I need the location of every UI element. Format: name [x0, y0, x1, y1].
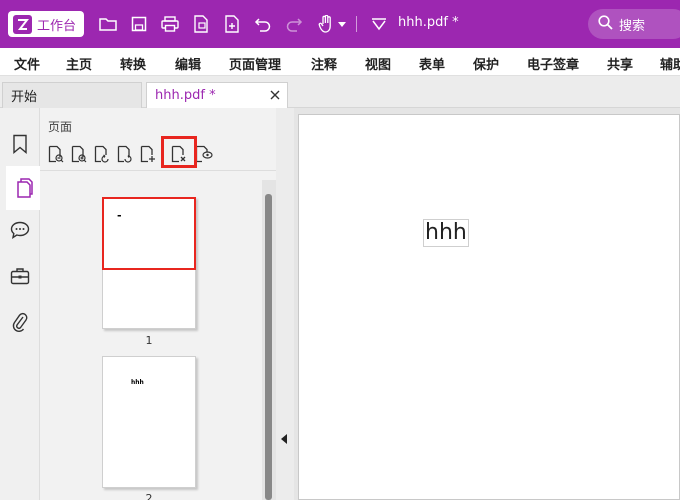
comment-icon[interactable]	[0, 208, 40, 252]
workbench-label: 工作台	[37, 18, 77, 34]
page-zoom-out-icon[interactable]	[46, 143, 66, 165]
redo-icon[interactable]	[282, 12, 306, 36]
tab-bar: 开始 hhh.pdf *	[0, 76, 680, 108]
title-bar: 工作台 hhh.pdf * 搜索	[0, 0, 680, 48]
collapse-arrow-icon[interactable]	[281, 434, 287, 444]
pages-icon[interactable]	[6, 166, 40, 210]
page-number-1: 1	[145, 334, 153, 347]
new-file-icon[interactable]	[220, 12, 244, 36]
menu-bar: 文件 主页 转换 编辑 页面管理 注释 视图 表单 保护 电子签章 共享 辅助	[0, 48, 680, 76]
quick-access-icon[interactable]	[367, 12, 391, 36]
thumbnail-content: hhh	[131, 379, 144, 386]
page-view-icon[interactable]	[194, 143, 214, 165]
tab-document-label: hhh.pdf *	[155, 88, 216, 103]
document-page[interactable]: hhh	[298, 114, 680, 500]
undo-icon[interactable]	[251, 12, 275, 36]
menu-e-signature[interactable]: 电子签章	[527, 54, 579, 73]
document-text[interactable]: hhh	[423, 219, 469, 247]
thumbnail-content: -	[117, 209, 122, 222]
menu-page-management[interactable]: 页面管理	[229, 54, 281, 73]
open-folder-icon[interactable]	[96, 12, 120, 36]
tab-home-label: 开始	[11, 90, 38, 105]
rotate-left-icon[interactable]	[92, 143, 112, 165]
toolbox-icon[interactable]	[0, 254, 40, 298]
save-icon[interactable]	[127, 12, 151, 36]
attachment-icon[interactable]	[0, 300, 40, 344]
delete-page-highlight	[161, 136, 197, 168]
tab-document[interactable]: hhh.pdf *	[146, 82, 288, 108]
menu-share[interactable]: 共享	[607, 54, 633, 73]
menu-convert[interactable]: 转换	[120, 54, 146, 73]
dropdown-icon[interactable]	[336, 12, 348, 36]
close-icon[interactable]	[267, 87, 283, 103]
print-icon[interactable]	[158, 12, 182, 36]
hand-tool-icon[interactable]	[314, 12, 338, 36]
bookmark-icon[interactable]	[0, 122, 40, 166]
scrollbar-thumb[interactable]	[265, 194, 272, 500]
panel-divider	[40, 170, 276, 171]
document-title: hhh.pdf *	[398, 15, 459, 30]
menu-view[interactable]: 视图	[365, 54, 391, 73]
navigation-rail	[0, 108, 40, 500]
menu-form[interactable]: 表单	[419, 54, 445, 73]
menu-annotate[interactable]: 注释	[311, 54, 337, 73]
rotate-right-icon[interactable]	[115, 143, 135, 165]
page-zoom-in-icon[interactable]	[69, 143, 89, 165]
panel-collapse-strip	[276, 108, 294, 500]
search-icon	[598, 14, 613, 34]
workbench-button[interactable]: 工作台	[8, 11, 84, 37]
page-number-2: 2	[145, 492, 153, 500]
page-thumbnail-1[interactable]: -	[102, 197, 196, 329]
pages-panel: 页面 - 1 hhh 2	[40, 108, 276, 500]
search-box[interactable]: 搜索	[588, 9, 680, 39]
thumbnail-scrollbar[interactable]	[262, 180, 276, 500]
menu-protect[interactable]: 保护	[473, 54, 499, 73]
menu-accessibility[interactable]: 辅助	[660, 54, 680, 73]
menu-file[interactable]: 文件	[14, 54, 40, 73]
thumbnail-selection	[102, 197, 196, 270]
menu-home[interactable]: 主页	[66, 54, 92, 73]
logo-icon	[13, 14, 32, 34]
toolbar-separator	[356, 16, 357, 32]
document-view: hhh	[294, 108, 680, 500]
page-thumbnail-2[interactable]: hhh	[102, 356, 196, 488]
tab-home[interactable]: 开始	[2, 82, 142, 108]
page-export-icon[interactable]	[189, 12, 213, 36]
search-label: 搜索	[619, 18, 646, 34]
menu-edit[interactable]: 编辑	[175, 54, 201, 73]
panel-title: 页面	[48, 120, 73, 134]
insert-page-icon[interactable]	[138, 143, 158, 165]
